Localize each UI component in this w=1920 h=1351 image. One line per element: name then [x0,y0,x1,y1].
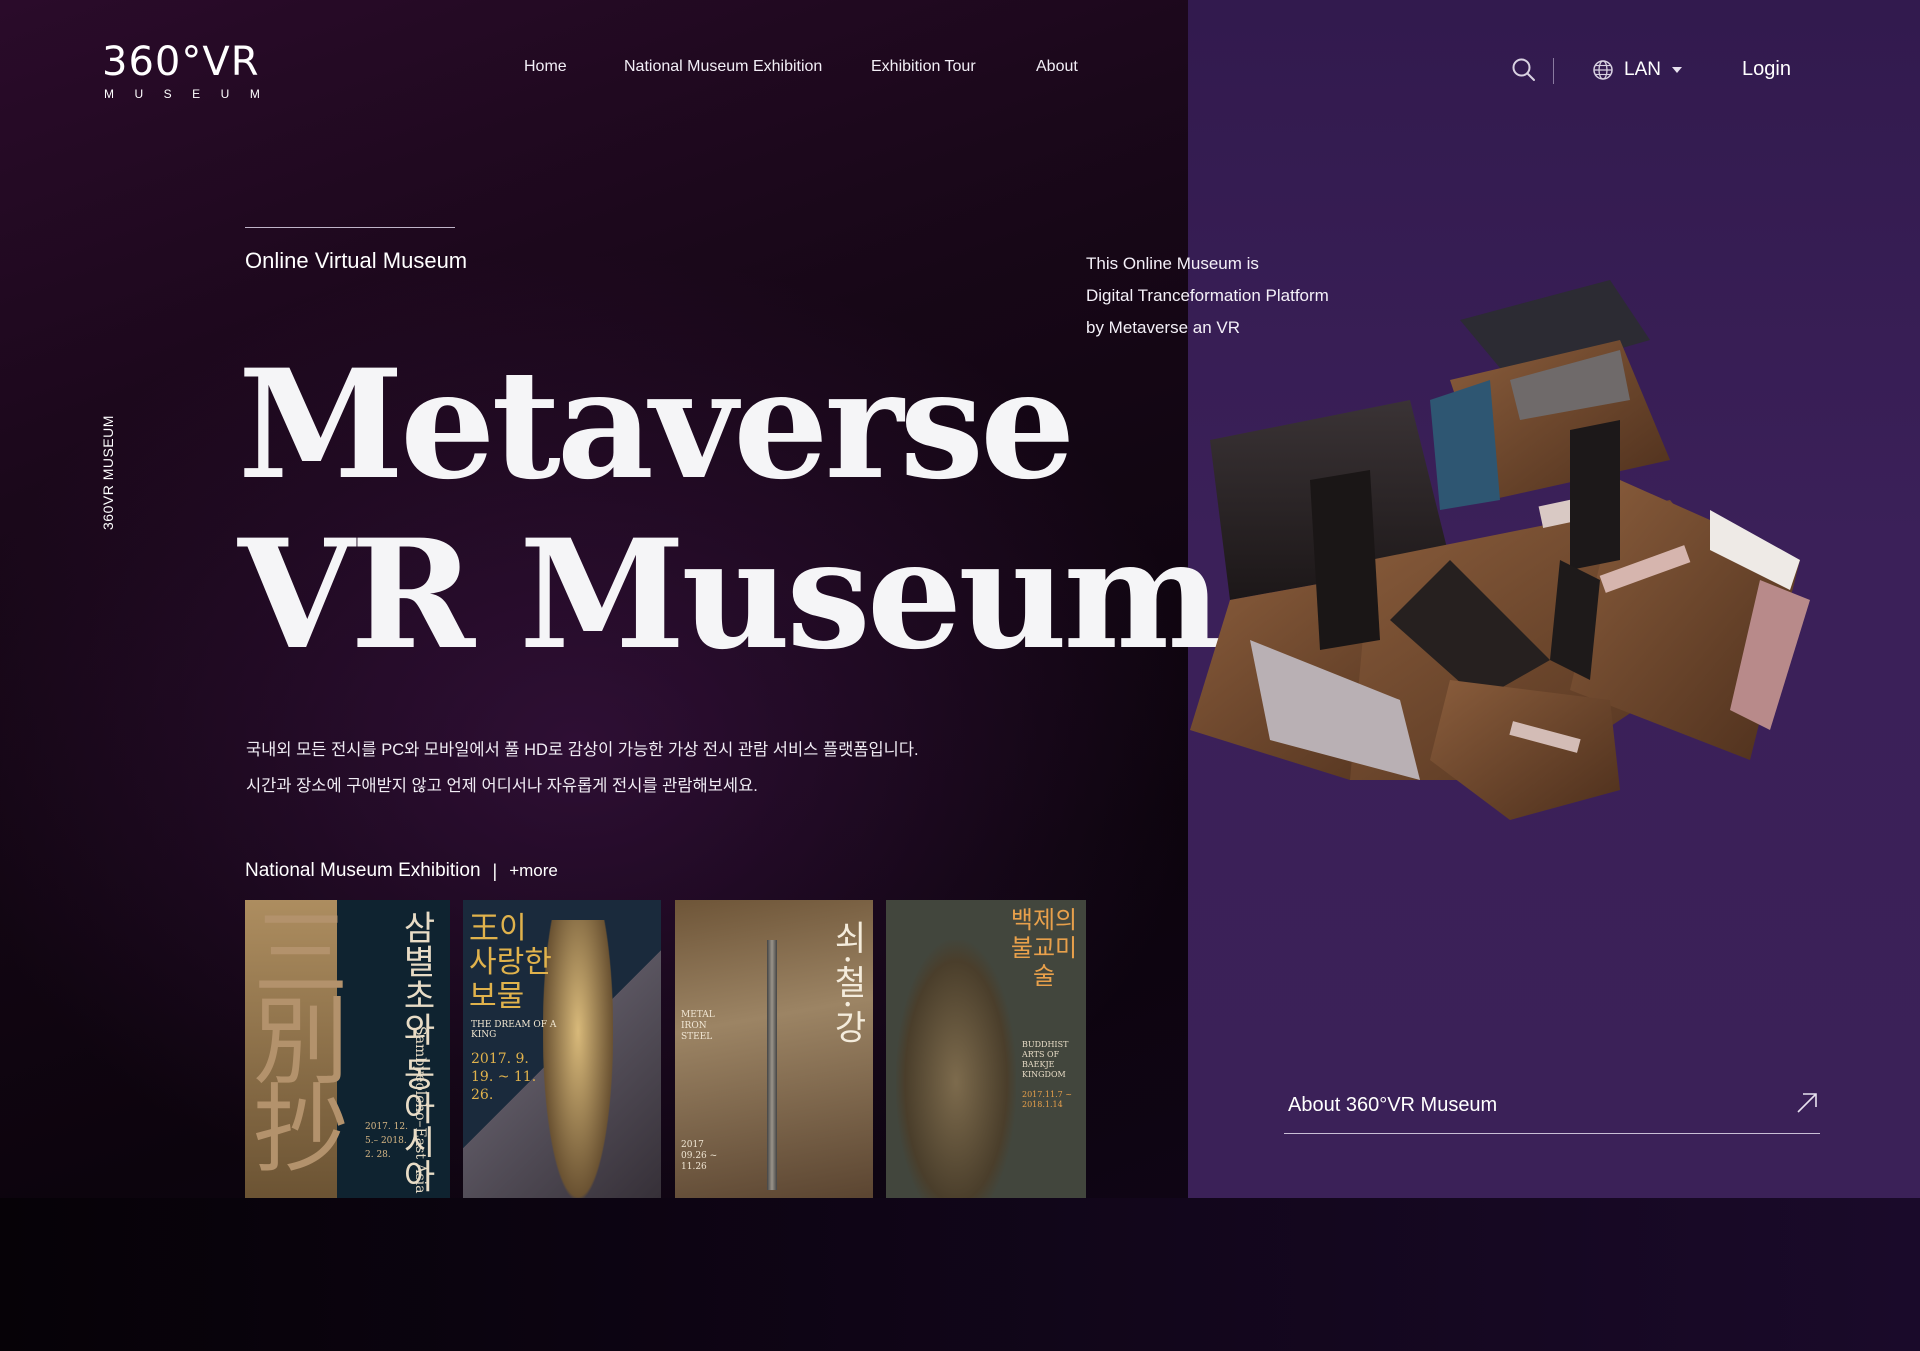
poster-dates: 2017.11.7 ~ 2018.1.14 [1022,1090,1072,1109]
poster-subtitle: METAL IRON STEEL [681,1010,715,1042]
about-museum-link[interactable]: About 360°VR Museum [1284,1090,1820,1134]
poster-title: 쇠·철·강 [827,920,867,1044]
arrow-up-right-icon [1797,1093,1817,1113]
poster-title: 王이 사랑한 보물 [469,911,552,1014]
hero-title-line2: VR Museum [238,507,1222,683]
exhibition-poster-sambyeolcho[interactable]: 三別抄 삼별초와 동아시아 Sambyeolcho–East Asia 2017… [245,900,450,1198]
search-icon[interactable] [1510,56,1538,84]
globe-icon [1593,60,1613,80]
hero-title-line1: Metaverse [238,337,1075,513]
hero-title: Metaverse VR Museum [238,337,1222,683]
language-selector[interactable]: LAN [1592,56,1683,84]
poster-dates: 2017. 9. 19. ~ 11. 26. [471,1051,537,1103]
hero-eyebrow: Online Virtual Museum [245,248,468,273]
caret-down-icon [1671,67,1682,73]
language-label: LAN [1624,59,1661,80]
logo-main-text: 360°VR [102,39,260,85]
poster-subtitle: Sambyeolcho–East Asia [412,1026,428,1194]
poster-subtitle: BUDDHIST ARTS OF BAEKJE KINGDOM [1022,1040,1069,1079]
hero-description: 국내외 모든 전시를 PC와 모바일에서 풀 HD로 감상이 가능한 가상 전시… [246,732,919,804]
hero-desc-line1: 국내외 모든 전시를 PC와 모바일에서 풀 HD로 감상이 가능한 가상 전시… [246,741,919,759]
logo-sub-text: MUSEUM [104,87,281,101]
about-museum-label: About 360°VR Museum [1288,1094,1498,1116]
poster-subtitle: THE DREAM OF A KING [471,1020,557,1040]
eyebrow-divider [245,227,455,228]
nav-item-home[interactable]: Home [524,58,567,76]
more-link[interactable]: +more [509,861,558,881]
exhibition-section-header: National Museum Exhibition | +more [245,860,558,882]
hero-desc-line2: 시간과 장소에 구애받지 않고 언제 어디서나 자유롭게 전시를 관람해보세요. [246,777,758,795]
poster-dates: 2017 09.26 ~ 11.26 [681,1140,718,1172]
login-button[interactable]: Login [1742,58,1791,81]
bottom-band [0,1198,1920,1351]
poster-dates: 2017. 12. 5.– 2018. 2. 28. [365,1122,408,1160]
header-divider [1553,58,1554,84]
nav-item-about[interactable]: About [1036,58,1078,76]
side-vertical-label: 360VR MUSEUM [100,415,116,530]
exhibition-poster-metal-iron-steel[interactable]: 쇠·철·강 METAL IRON STEEL 2017 09.26 ~ 11.2… [675,900,873,1198]
section-separator: | [492,860,498,881]
exhibition-poster-baekje-buddhist-arts[interactable]: 백제의 불교미술 BUDDHIST ARTS OF BAEKJE KINGDOM… [886,900,1086,1198]
nav-item-exhibition-tour[interactable]: Exhibition Tour [871,58,976,76]
poster-title: 백제의 불교미술 [1010,906,1078,990]
museum-3d-floorplan-image [1190,280,1810,820]
exhibition-poster-kings-treasure[interactable]: 王이 사랑한 보물 THE DREAM OF A KING 2017. 9. 1… [463,900,661,1198]
logo[interactable]: 360°VR MUSEUM [102,40,262,104]
nav-item-national-museum-exhibition[interactable]: National Museum Exhibition [624,58,822,76]
exhibition-section-title: National Museum Exhibition [245,860,481,881]
